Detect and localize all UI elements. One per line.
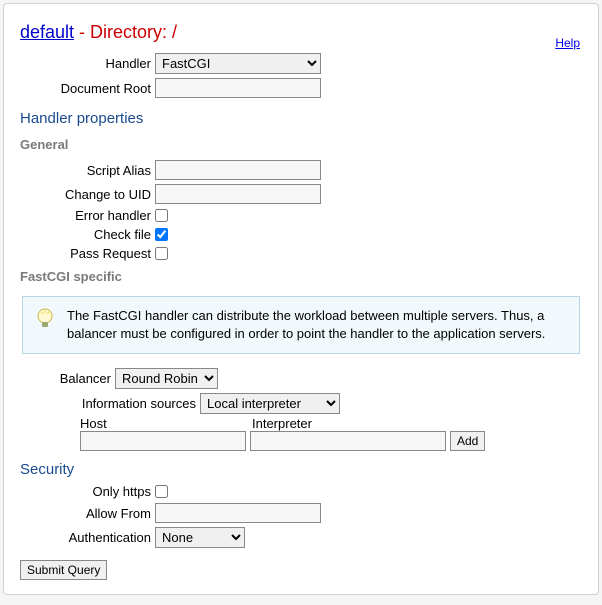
- handler-select[interactable]: FastCGI: [155, 53, 321, 74]
- script-alias-label: Script Alias: [20, 163, 155, 178]
- only-https-label: Only https: [20, 484, 155, 499]
- lightbulb-icon: [35, 307, 55, 333]
- tip-text: The FastCGI handler can distribute the w…: [67, 307, 567, 343]
- general-subheading: General: [20, 131, 582, 158]
- handler-properties-heading: Handler properties: [20, 100, 582, 131]
- information-sources-label: Information sources: [20, 396, 200, 411]
- help-link[interactable]: Help: [555, 36, 580, 50]
- document-root-input[interactable]: [155, 78, 321, 98]
- fastcgi-subheading: FastCGI specific: [20, 263, 582, 290]
- script-alias-input[interactable]: [155, 160, 321, 180]
- change-uid-label: Change to UID: [20, 187, 155, 202]
- balancer-select[interactable]: Round Robin: [115, 368, 218, 389]
- pass-request-label: Pass Request: [20, 246, 155, 261]
- interpreter-input[interactable]: [250, 431, 446, 451]
- error-handler-label: Error handler: [20, 208, 155, 223]
- only-https-checkbox[interactable]: [155, 485, 168, 498]
- add-button[interactable]: Add: [450, 431, 485, 451]
- header: default - Directory: / Help: [4, 4, 598, 51]
- balancer-label: Balancer: [20, 371, 115, 386]
- authentication-select[interactable]: None: [155, 527, 245, 548]
- authentication-label: Authentication: [20, 530, 155, 545]
- check-file-checkbox[interactable]: [155, 228, 168, 241]
- allow-from-input[interactable]: [155, 503, 321, 523]
- change-uid-input[interactable]: [155, 184, 321, 204]
- config-panel: default - Directory: / Help Handler Fast…: [3, 3, 599, 595]
- information-sources-select[interactable]: Local interpreter: [200, 393, 340, 414]
- allow-from-label: Allow From: [20, 506, 155, 521]
- check-file-label: Check file: [20, 227, 155, 242]
- error-handler-checkbox[interactable]: [155, 209, 168, 222]
- host-input[interactable]: [80, 431, 246, 451]
- breadcrumb-default-link[interactable]: default: [20, 22, 74, 42]
- interpreter-label: Interpreter: [252, 416, 312, 431]
- host-label: Host: [80, 416, 252, 431]
- handler-label: Handler: [20, 56, 155, 71]
- pass-request-checkbox[interactable]: [155, 247, 168, 260]
- tip-box: The FastCGI handler can distribute the w…: [22, 296, 580, 354]
- security-heading: Security: [20, 451, 582, 482]
- submit-button[interactable]: Submit Query: [20, 560, 107, 580]
- directory-path: - Directory: /: [74, 22, 177, 42]
- document-root-label: Document Root: [20, 81, 155, 96]
